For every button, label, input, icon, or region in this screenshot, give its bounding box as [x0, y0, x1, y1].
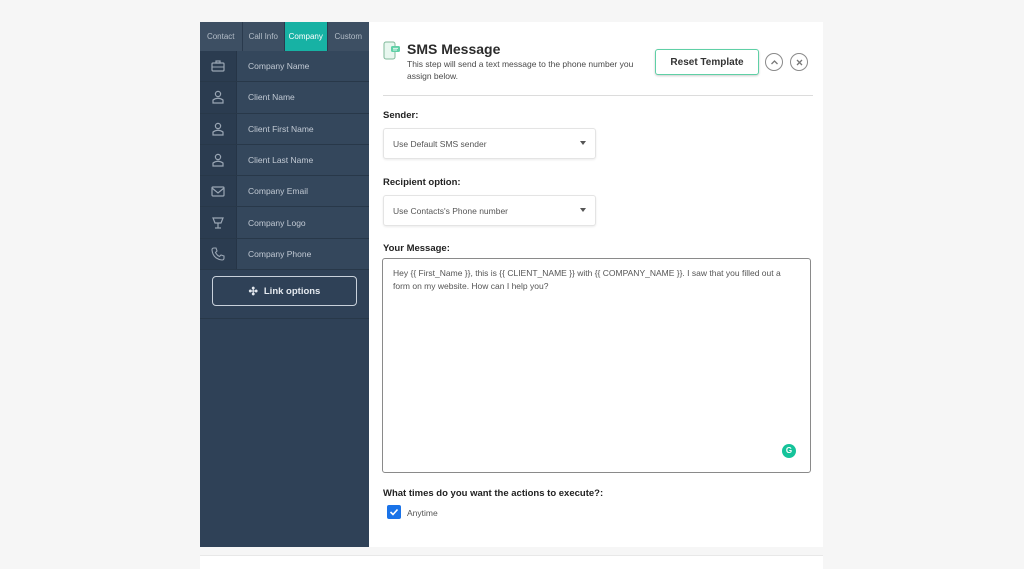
field-company-logo[interactable]: Company Logo: [200, 207, 369, 239]
link-options-label: Link options: [263, 285, 321, 297]
link-options-button[interactable]: ✣ Link options: [212, 276, 357, 307]
anytime-checkbox[interactable]: [387, 505, 401, 519]
recipient-label: Recipient option:: [383, 177, 461, 188]
field-label: Company Name: [237, 51, 369, 82]
sms-step-card: SMS Message This step will send a text m…: [369, 22, 823, 547]
tab-company[interactable]: Company: [285, 22, 328, 51]
field-label: Company Phone: [237, 238, 369, 270]
sender-select[interactable]: Use Default SMS sender: [383, 128, 596, 159]
person-icon: [200, 82, 237, 113]
recipient-value: Use Contacts's Phone number: [393, 205, 509, 216]
sender-label: Sender:: [383, 110, 419, 121]
header-divider: [383, 95, 813, 96]
chevron-down-icon: [580, 141, 586, 145]
message-text: Hey {{ First_Name }}, this is {{ CLIENT_…: [393, 268, 781, 291]
message-label: Your Message:: [383, 243, 450, 254]
field-company-name[interactable]: Company Name: [200, 51, 369, 83]
page-subtitle: This step will send a text message to th…: [407, 59, 634, 81]
field-company-email[interactable]: Company Email: [200, 176, 369, 208]
field-label: Client Last Name: [237, 144, 369, 176]
logo-icon: [200, 207, 237, 238]
field-client-last-name[interactable]: Client Last Name: [200, 144, 369, 177]
field-label: Client Name: [237, 82, 369, 113]
card-header: SMS Message This step will send a text m…: [369, 22, 823, 96]
field-label: Company Email: [237, 176, 369, 207]
person-icon: [200, 113, 237, 144]
link-options-wrap: ✣ Link options: [200, 270, 369, 320]
merge-fields-panel: Contact Call Info Company Custom Company…: [200, 22, 369, 547]
chevron-down-icon: [580, 208, 586, 212]
move-icon: ✣: [248, 285, 258, 298]
sms-icon: [383, 41, 400, 60]
execution-times-label: What times do you want the actions to ex…: [383, 488, 604, 499]
anytime-label: Anytime: [407, 508, 438, 518]
merge-tabs: Contact Call Info Company Custom: [200, 22, 369, 51]
page-title: SMS Message: [407, 41, 501, 57]
sender-value: Use Default SMS sender: [393, 138, 487, 149]
grammarly-icon[interactable]: G: [782, 444, 796, 458]
field-client-name[interactable]: Client Name: [200, 82, 369, 114]
envelope-icon: [200, 176, 237, 207]
close-icon[interactable]: [790, 53, 808, 71]
recipient-select[interactable]: Use Contacts's Phone number: [383, 195, 596, 226]
check-icon: [389, 508, 399, 516]
phone-icon: [200, 238, 237, 270]
chevron-up-icon[interactable]: [765, 53, 783, 71]
briefcase-icon: [200, 51, 237, 82]
field-client-first-name[interactable]: Client First Name: [200, 113, 369, 145]
tab-contact[interactable]: Contact: [200, 22, 243, 51]
next-step-card: [200, 555, 823, 569]
person-icon: [200, 144, 237, 176]
tab-call-info[interactable]: Call Info: [243, 22, 285, 51]
field-label: Client First Name: [237, 113, 369, 144]
reset-template-button[interactable]: Reset Template: [655, 49, 759, 75]
field-label: Company Logo: [237, 207, 369, 238]
message-textarea[interactable]: Hey {{ First_Name }}, this is {{ CLIENT_…: [382, 258, 811, 473]
tab-custom[interactable]: Custom: [328, 22, 370, 51]
field-company-phone[interactable]: Company Phone: [200, 238, 369, 271]
